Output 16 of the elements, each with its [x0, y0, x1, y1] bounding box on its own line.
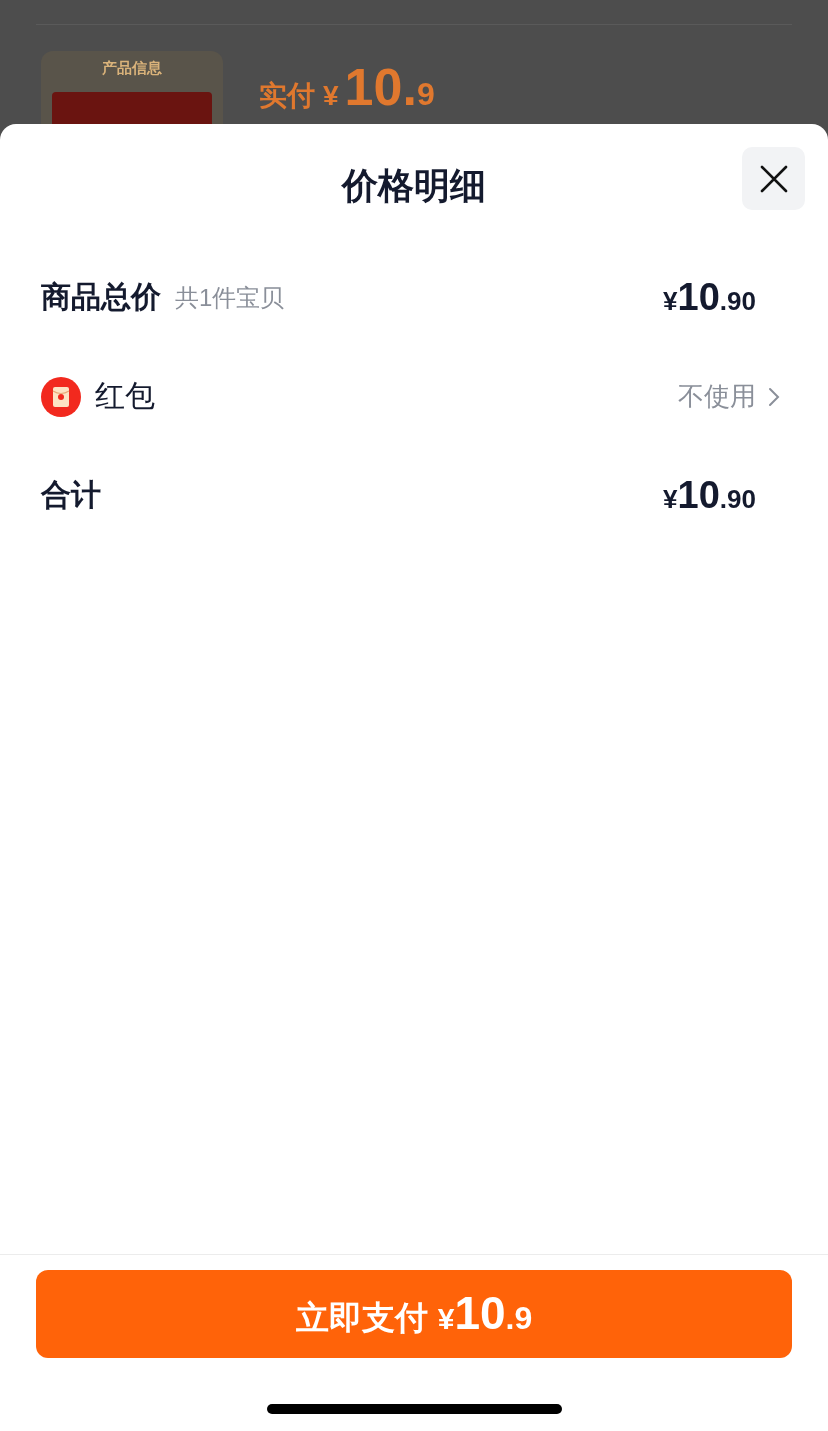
paid-label: 实付	[259, 79, 315, 113]
price-amount: ¥10.90	[663, 276, 756, 319]
row-label: 红包	[95, 378, 155, 414]
coupon-selector[interactable]: 不使用	[678, 379, 780, 414]
paid-amount: ¥10.9	[323, 57, 435, 117]
close-icon	[758, 163, 789, 194]
product-thumbnail-label: 产品信息	[102, 59, 162, 78]
row-label: 合计	[41, 477, 101, 513]
chevron-right-icon	[768, 386, 780, 407]
close-button[interactable]	[742, 147, 805, 210]
envelope-icon	[41, 376, 81, 417]
price-amount: ¥10.90	[663, 474, 756, 517]
pay-now-button[interactable]: 立即支付 ¥10.9	[36, 1270, 792, 1358]
sheet-title: 价格明细	[342, 163, 486, 208]
row-label: 商品总价	[41, 279, 161, 315]
item-count: 共1件宝贝	[175, 282, 285, 313]
